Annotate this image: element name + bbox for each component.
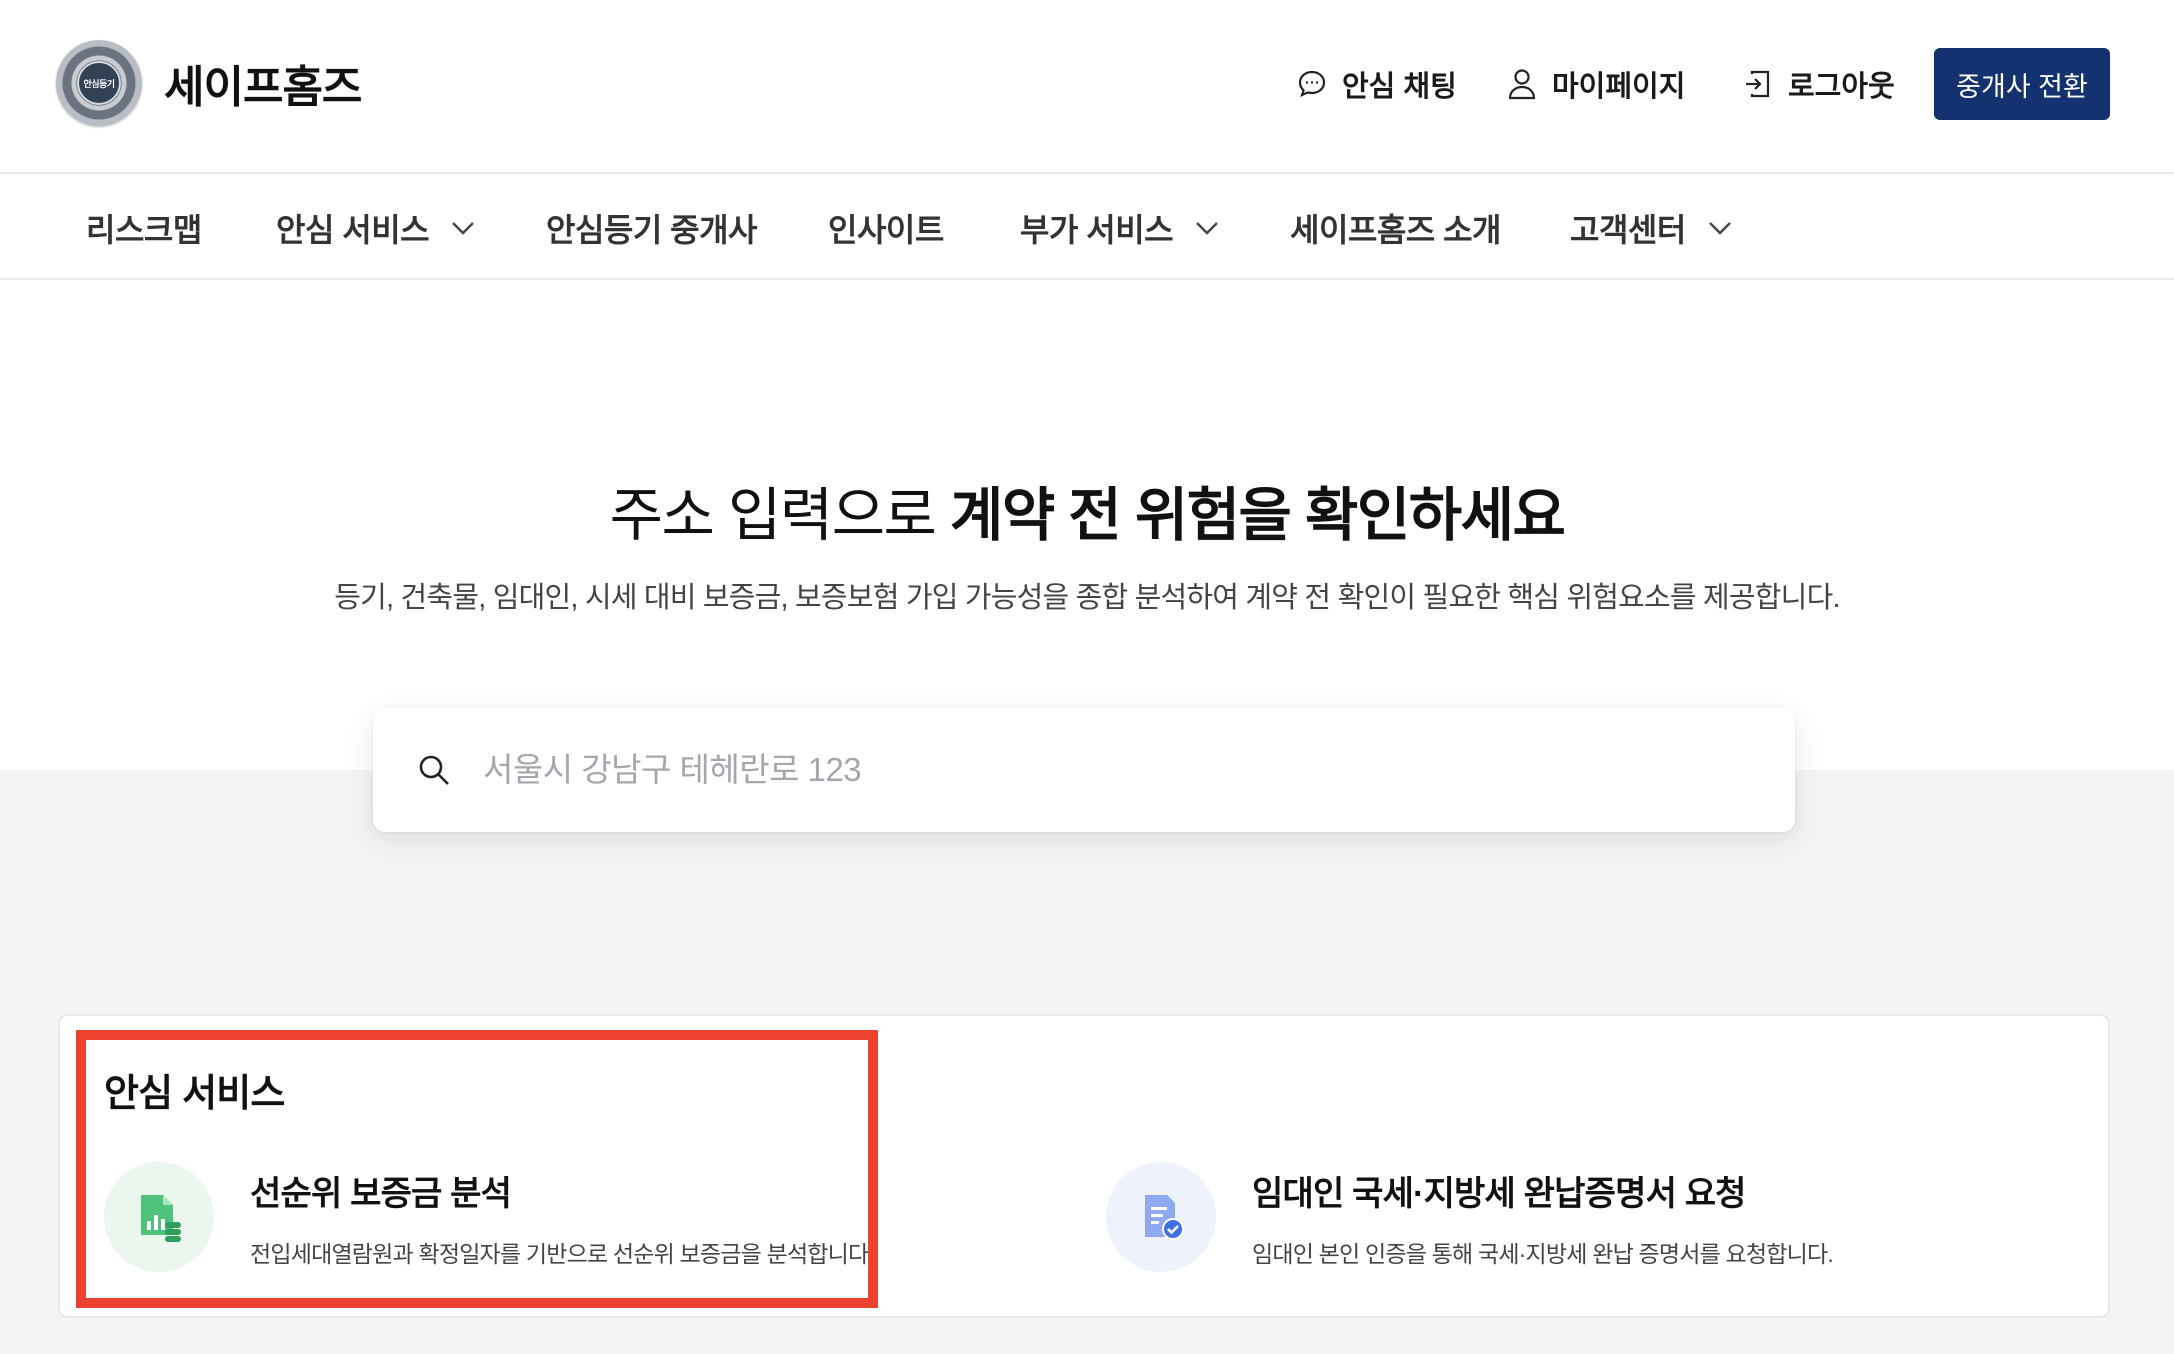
hero-title-bold: 계약 전 위험을 확인하세요 <box>950 483 1566 548</box>
main-nav: 리스크맵 안심 서비스 안심등기 중개사 인사이트 부가 서비스 세이프홈즈 소… <box>0 176 2174 280</box>
nav-item-support[interactable]: 고객센터 <box>1570 176 1732 280</box>
chat-bubble-icon <box>1298 70 1326 97</box>
brand-logo[interactable]: 안심등기 세이프홈즈 <box>56 40 362 126</box>
service-item-senior-deposit[interactable]: 선순위 보증금 분석 전입세대열람원과 확정일자를 기반으로 선순위 보증금을 … <box>104 1162 875 1272</box>
nav-item-about[interactable]: 세이프홈즈 소개 <box>1290 176 1501 280</box>
seal-icon: 안심등기 <box>56 40 142 126</box>
nav-item-label: 인사이트 <box>828 212 944 248</box>
hero-title-light: 주소 입력으로 <box>609 483 951 548</box>
nav-item-safe-broker[interactable]: 안심등기 중개사 <box>546 176 757 280</box>
document-check-icon <box>1106 1162 1216 1272</box>
logout-icon <box>1746 70 1770 98</box>
logout-label: 로그아웃 <box>1788 71 1895 103</box>
search-icon[interactable] <box>417 753 451 787</box>
service-name: 임대인 국세·지방세 완납증명서 요청 <box>1252 1174 1746 1213</box>
nav-item-label: 부가 서비스 <box>1020 212 1174 248</box>
address-search-input[interactable] <box>483 751 1683 789</box>
service-item-tax-certificate[interactable]: 임대인 국세·지방세 완납증명서 요청 임대인 본인 인증을 통해 국세·지방세… <box>1106 1162 1834 1272</box>
user-icon <box>1508 69 1536 100</box>
nav-item-safe-service[interactable]: 안심 서비스 <box>276 176 475 280</box>
nav-item-label: 안심 서비스 <box>276 212 430 248</box>
service-description: 임대인 본인 인증을 통해 국세·지방세 완납 증명서를 요청합니다. <box>1252 1240 1834 1267</box>
nav-item-riskmap[interactable]: 리스크맵 <box>86 176 202 280</box>
chevron-down-icon <box>1196 222 1218 235</box>
mypage-link[interactable]: 마이페이지 <box>1506 48 1685 120</box>
switch-broker-button[interactable]: 중개사 전환 <box>1934 48 2110 120</box>
hero-subtitle: 등기, 건축물, 임대인, 시세 대비 보증금, 보증보험 가입 가능성을 종합… <box>334 582 1840 614</box>
nav-item-label: 리스크맵 <box>86 212 202 248</box>
safe-service-title: 안심 서비스 <box>104 1073 285 1115</box>
nav-item-label: 고객센터 <box>1570 212 1686 248</box>
service-name: 선순위 보증금 분석 <box>250 1174 512 1213</box>
nav-item-label: 세이프홈즈 소개 <box>1290 212 1501 248</box>
chart-document-icon <box>104 1162 214 1272</box>
service-description: 전입세대열람원과 확정일자를 기반으로 선순위 보증금을 분석합니다. <box>250 1240 875 1267</box>
chat-label: 안심 채팅 <box>1342 71 1457 103</box>
nav-item-extra-service[interactable]: 부가 서비스 <box>1020 176 1219 280</box>
hero-title: 주소 입력으로 계약 전 위험을 확인하세요 <box>0 468 2174 552</box>
nav-item-insight[interactable]: 인사이트 <box>828 176 944 280</box>
nav-item-label: 안심등기 중개사 <box>546 212 757 248</box>
seal-label: 안심등기 <box>83 78 115 89</box>
address-search-box[interactable] <box>373 708 1795 832</box>
chat-link[interactable]: 안심 채팅 <box>1296 48 1457 120</box>
logout-link[interactable]: 로그아웃 <box>1742 48 1895 120</box>
mypage-label: 마이페이지 <box>1552 71 1686 103</box>
header: 안심등기 세이프홈즈 안심 채팅 마이페이지 로그아웃 중개사 전환 <box>0 0 2174 174</box>
chevron-down-icon <box>452 222 474 235</box>
chevron-down-icon <box>1708 222 1731 235</box>
brand-name: 세이프홈즈 <box>164 63 362 112</box>
